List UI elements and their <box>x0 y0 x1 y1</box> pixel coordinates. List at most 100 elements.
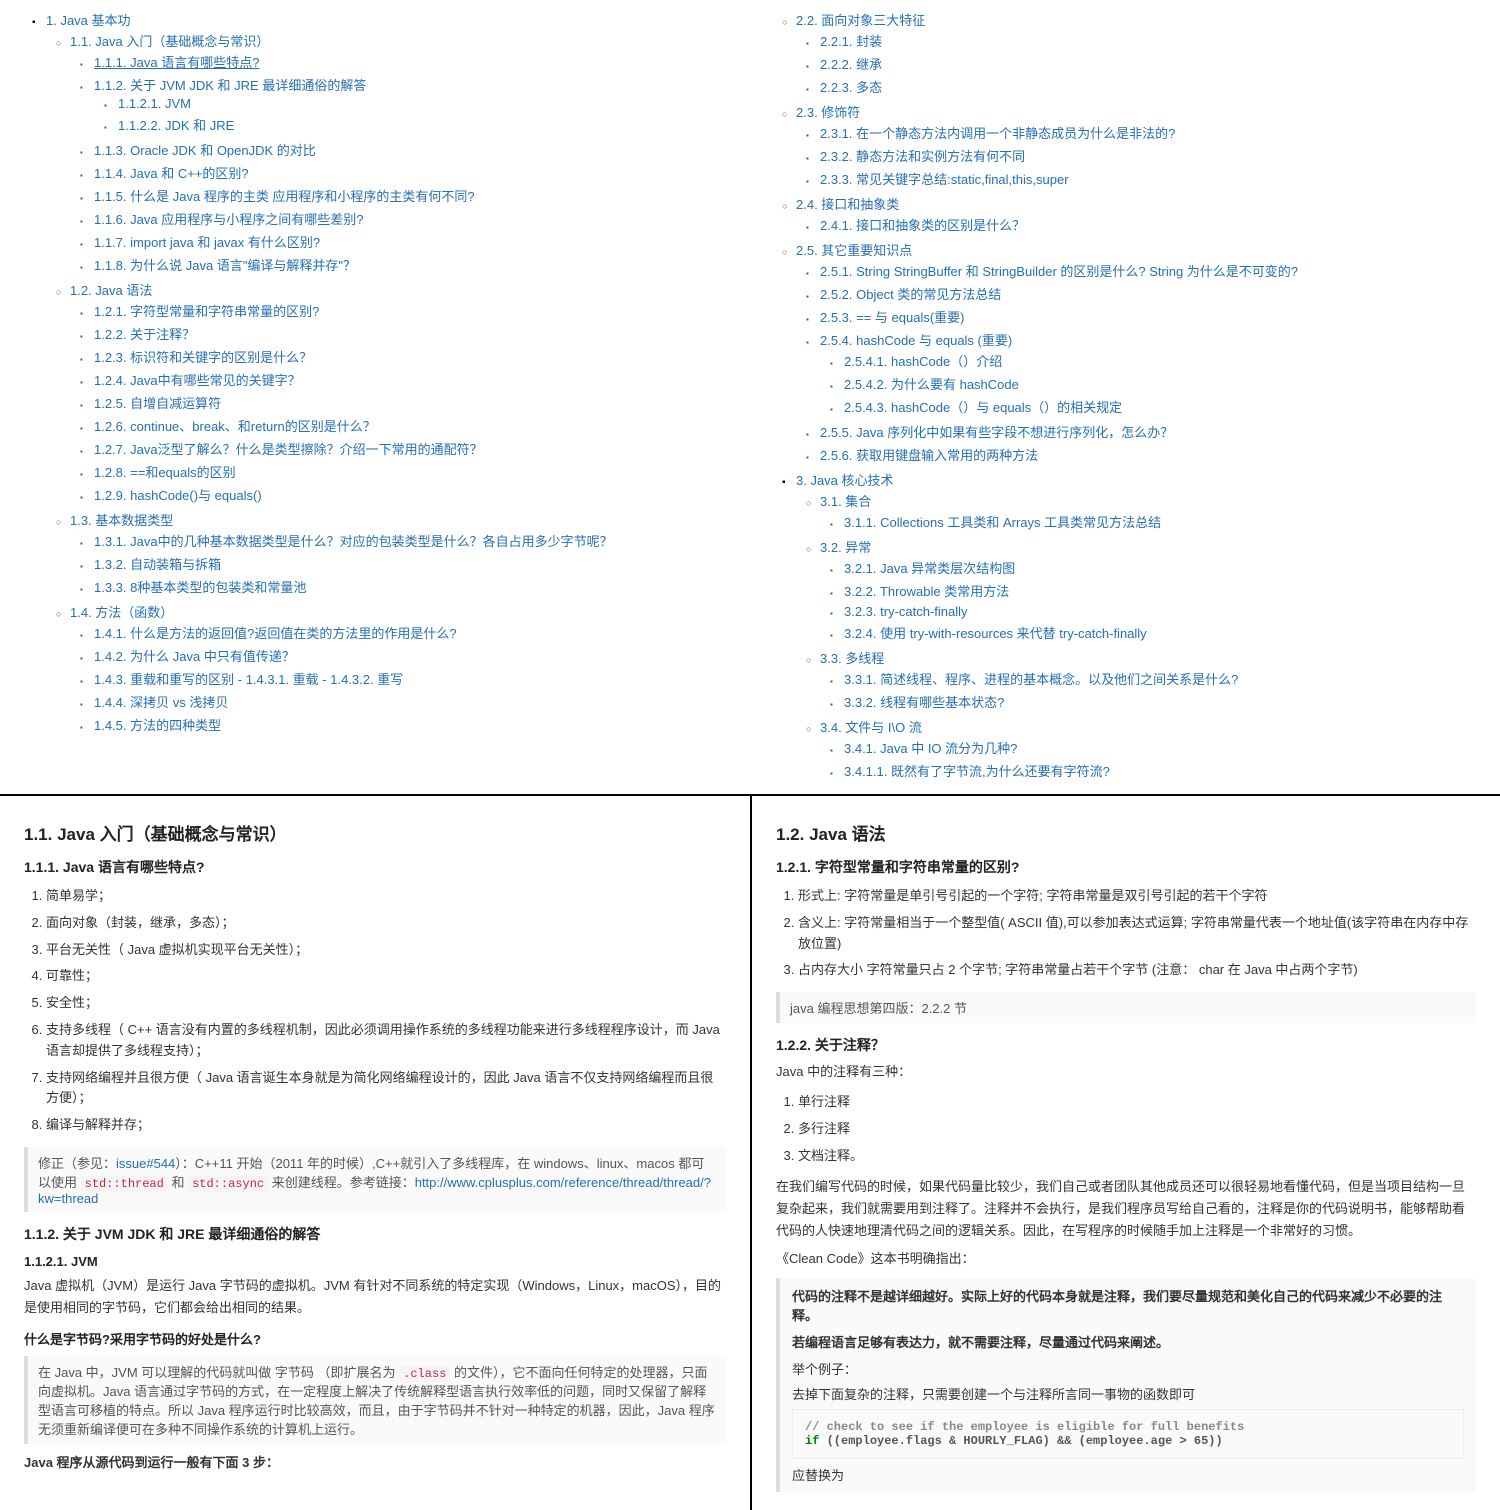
toc-link[interactable]: 2.5.4. hashCode 与 equals (重要) <box>820 333 1012 348</box>
toc-item: 1.1. Java 入门（基础概念与常识） 1.1.1. Java 语言有哪些特点… <box>72 29 730 278</box>
toc-link[interactable]: 1.2.3. 标识符和关键字的区别是什么？ <box>94 350 312 365</box>
toc-link[interactable]: 3.2. 异常 <box>820 540 871 555</box>
toc-link[interactable]: 3.2.3. try-catch-finally <box>844 604 968 619</box>
toc-link[interactable]: 1.2. Java 语法 <box>70 283 152 298</box>
comment-types-list: 单行注释多行注释文档注释。 <box>776 1089 1476 1169</box>
toc-link[interactable]: 3.4.1.1. 既然有了字节流,为什么还要有字符流? <box>844 764 1110 779</box>
issue-link[interactable]: issue#544 <box>116 1156 175 1171</box>
toc-item: 1.4. 方法（函数） 1.4.1. 什么是方法的返回值?返回值在类的方法里的作用… <box>72 600 730 738</box>
toc-link[interactable]: 1.1.1. Java 语言有哪些特点? <box>94 55 259 70</box>
toc-item: 2.5.4.2. 为什么要有 hashCode <box>846 372 1480 395</box>
toc-link[interactable]: 2.3.2. 静态方法和实例方法有何不同 <box>820 149 1025 164</box>
toc-item: 1.1.2.2. JDK 和 JRE <box>120 113 730 136</box>
toc-link[interactable]: 1.2.2. 关于注释？ <box>94 327 195 342</box>
toc-link[interactable]: 1.2.9. hashCode()与 equals() <box>94 488 262 503</box>
toc-item: 1.2.4. Java中有哪些常见的关键字？ <box>96 368 730 391</box>
toc-link[interactable]: 2.5.4.1. hashCode（）介绍 <box>844 354 1002 369</box>
toc-link[interactable]: 1.1.4. Java 和 C++的区别? <box>94 166 249 181</box>
toc-link[interactable]: 1.3.1. Java中的几种基本数据类型是什么？对应的包装类型是什么？各自占用… <box>94 534 613 549</box>
toc-link[interactable]: 3.1.1. Collections 工具类和 Arrays 工具类常见方法总结 <box>844 515 1161 530</box>
toc-item: 2.2.2. 继承 <box>822 52 1480 75</box>
toc-link[interactable]: 2.2.2. 继承 <box>820 57 882 72</box>
toc-item: 1.2.9. hashCode()与 equals() <box>96 483 730 506</box>
toc-link[interactable]: 1.4.5. 方法的四种类型 <box>94 718 221 733</box>
heading-1-1-2: 1.1.2. 关于 JVM JDK 和 JRE 最详细通俗的解答 <box>24 1224 726 1244</box>
toc-link[interactable]: 1.2.6. continue、break、和return的区别是什么？ <box>94 419 376 434</box>
toc-item: 1.2. Java 语法 1.2.1. 字符型常量和字符串常量的区别? 1.2.2.… <box>72 278 730 508</box>
toc-link[interactable]: 1.1.2.1. JVM <box>118 96 191 111</box>
toc-link[interactable]: 2.5.3. == 与 equals(重要) <box>820 310 965 325</box>
toc-link[interactable]: 1.1.8. 为什么说 Java 语言"编译与解释并存"？ <box>94 258 356 273</box>
toc-item: 2.5.3. == 与 equals(重要) <box>822 305 1480 328</box>
toc-link[interactable]: 2.5.1. String StringBuffer 和 StringBuild… <box>820 264 1298 279</box>
toc-link[interactable]: 1.1.5. 什么是 Java 程序的主类 应用程序和小程序的主类有何不同? <box>94 189 475 204</box>
toc-item: 2.3.3. 常见关键字总结:static,final,this,super <box>822 167 1480 190</box>
toc-link[interactable]: 3.2.4. 使用 try-with-resources 来代替 try-cat… <box>844 626 1147 641</box>
toc-link[interactable]: 2.2. 面向对象三大特征 <box>796 13 925 28</box>
list-item: 面向对象（封装，继承，多态）； <box>46 910 726 937</box>
toc-link[interactable]: 2.5. 其它重要知识点 <box>796 243 912 258</box>
list-item: 可靠性； <box>46 963 726 990</box>
toc-link[interactable]: 2.4.1. 接口和抽象类的区别是什么？ <box>820 218 1025 233</box>
toc-link[interactable]: 2.2.1. 封装 <box>820 34 882 49</box>
toc-link[interactable]: 2.5.4.2. 为什么要有 hashCode <box>844 377 1019 392</box>
toc-link[interactable]: 2.3.1. 在一个静态方法内调用一个非静态成员为什么是非法的? <box>820 126 1175 141</box>
jvm-para: Java 虚拟机（JVM）是运行 Java 字节码的虚拟机。JVM 有针对不同系… <box>24 1275 726 1319</box>
toc-link[interactable]: 2.3. 修饰符 <box>796 105 860 120</box>
toc-link[interactable]: 1.4.3. 重载和重写的区别 - 1.4.3.1. 重载 - 1.4.3.2.… <box>94 672 403 687</box>
toc-link[interactable]: 1.2.8. ==和equals的区别 <box>94 465 236 480</box>
toc-item: 2.2. 面向对象三大特征 2.2.1. 封装 2.2.2. 继承 2.2.3. 多态 <box>770 8 1480 100</box>
toc-link[interactable]: 2.5.5. Java 序列化中如果有些字段不想进行序列化，怎么办？ <box>820 425 1173 440</box>
toc-item: 3.4.1. Java 中 IO 流分为几种? <box>846 736 1480 759</box>
toc-link[interactable]: 1.2.1. 字符型常量和字符串常量的区别? <box>94 304 319 319</box>
toc-link[interactable]: 1.4.2. 为什么 Java 中只有值传递？ <box>94 649 295 664</box>
toc-link[interactable]: 3.3.1. 简述线程、程序、进程的基本概念。以及他们之间关系是什么? <box>844 672 1238 687</box>
toc-link[interactable]: 3.3.2. 线程有哪些基本状态? <box>844 695 1004 710</box>
toc-item: 3. Java 核心技术 3.1. 集合 3.1.1. Collections 工具… <box>770 468 1480 786</box>
toc-link[interactable]: 1.2.7. Java泛型了解么？什么是类型擦除？介绍一下常用的通配符？ <box>94 442 483 457</box>
toc-item: 3.2.4. 使用 try-with-resources 来代替 try-cat… <box>846 621 1480 644</box>
toc-link[interactable]: 1.2.4. Java中有哪些常见的关键字？ <box>94 373 301 388</box>
toc-link[interactable]: 1.3. 基本数据类型 <box>70 513 173 528</box>
toc-right-column: 2.2. 面向对象三大特征 2.2.1. 封装 2.2.2. 继承 2.2.3. 多态… <box>750 0 1500 794</box>
toc-link[interactable]: 1.1.2.2. JDK 和 JRE <box>118 118 234 133</box>
toc-link[interactable]: 1.1.7. import java 和 javax 有什么区别? <box>94 235 320 250</box>
toc-link[interactable]: 1. Java 基本功 <box>46 13 131 28</box>
toc-link[interactable]: 1.3.3. 8种基本类型的包装类和常量池 <box>94 580 306 595</box>
toc-link[interactable]: 2.4. 接口和抽象类 <box>796 197 899 212</box>
toc-item: 1.1.1. Java 语言有哪些特点? <box>96 50 730 73</box>
toc-link[interactable]: 2.3.3. 常见关键字总结:static,final,this,super <box>820 172 1069 187</box>
toc-link[interactable]: 1.4.1. 什么是方法的返回值?返回值在类的方法里的作用是什么? <box>94 626 457 641</box>
toc-item: 1.1.3. Oracle JDK 和 OpenJDK 的对比 <box>96 138 730 161</box>
toc-link[interactable]: 1.1. Java 入门（基础概念与常识） <box>70 34 269 49</box>
toc-link[interactable]: 2.5.2. Object 类的常见方法总结 <box>820 287 1001 302</box>
toc-item: 2.4. 接口和抽象类 2.4.1. 接口和抽象类的区别是什么？ <box>770 192 1480 238</box>
toc-link[interactable]: 3.4. 文件与 I\O 流 <box>820 720 922 735</box>
toc-link[interactable]: 1.4. 方法（函数） <box>70 605 173 620</box>
toc-item: 3.3.2. 线程有哪些基本状态? <box>846 690 1480 713</box>
toc-link[interactable]: 2.5.6. 获取用键盘输入常用的两种方法 <box>820 448 1038 463</box>
toc-link[interactable]: 2.2.3. 多态 <box>820 80 882 95</box>
toc-item: 1.1.4. Java 和 C++的区别? <box>96 161 730 184</box>
toc-link[interactable]: 2.5.4.3. hashCode（）与 equals（）的相关规定 <box>844 400 1122 415</box>
toc-item: 3.1.1. Collections 工具类和 Arrays 工具类常见方法总结 <box>846 510 1480 533</box>
toc-link[interactable]: 1.3.2. 自动装箱与拆箱 <box>94 557 221 572</box>
toc-item: 2.2.1. 封装 <box>822 29 1480 52</box>
list-item: 单行注释 <box>798 1089 1476 1116</box>
toc-link[interactable]: 1.2.5. 自增自减运算符 <box>94 396 221 411</box>
toc-item: 1.3. 基本数据类型 1.3.1. Java中的几种基本数据类型是什么？对应的包… <box>72 508 730 600</box>
toc-link[interactable]: 3. Java 核心技术 <box>796 473 894 488</box>
toc-item: 1.2.8. ==和equals的区别 <box>96 460 730 483</box>
toc-link[interactable]: 1.1.6. Java 应用程序与小程序之间有哪些差别? <box>94 212 363 227</box>
toc-item: 1.1.8. 为什么说 Java 语言"编译与解释并存"？ <box>96 253 730 276</box>
toc-link[interactable]: 1.4.4. 深拷贝 vs 浅拷贝 <box>94 695 228 710</box>
toc-link[interactable]: 3.3. 多线程 <box>820 651 884 666</box>
toc-link[interactable]: 3.1. 集合 <box>820 494 871 509</box>
toc-link[interactable]: 3.2.1. Java 异常类层次结构图 <box>844 561 1015 576</box>
toc-link[interactable]: 1.1.3. Oracle JDK 和 OpenJDK 的对比 <box>94 143 316 158</box>
toc-item: 1.4.1. 什么是方法的返回值?返回值在类的方法里的作用是什么? <box>96 621 730 644</box>
toc-link[interactable]: 3.2.2. Throwable 类常用方法 <box>844 584 1009 599</box>
toc-link[interactable]: 1.1.2. 关于 JVM JDK 和 JRE 最详细通俗的解答 <box>94 78 366 93</box>
toc-link[interactable]: 3.4.1. Java 中 IO 流分为几种? <box>844 741 1017 756</box>
list-item: 含义上: 字符常量相当于一个整型值( ASCII 值),可以参加表达式运算; 字… <box>798 910 1476 958</box>
